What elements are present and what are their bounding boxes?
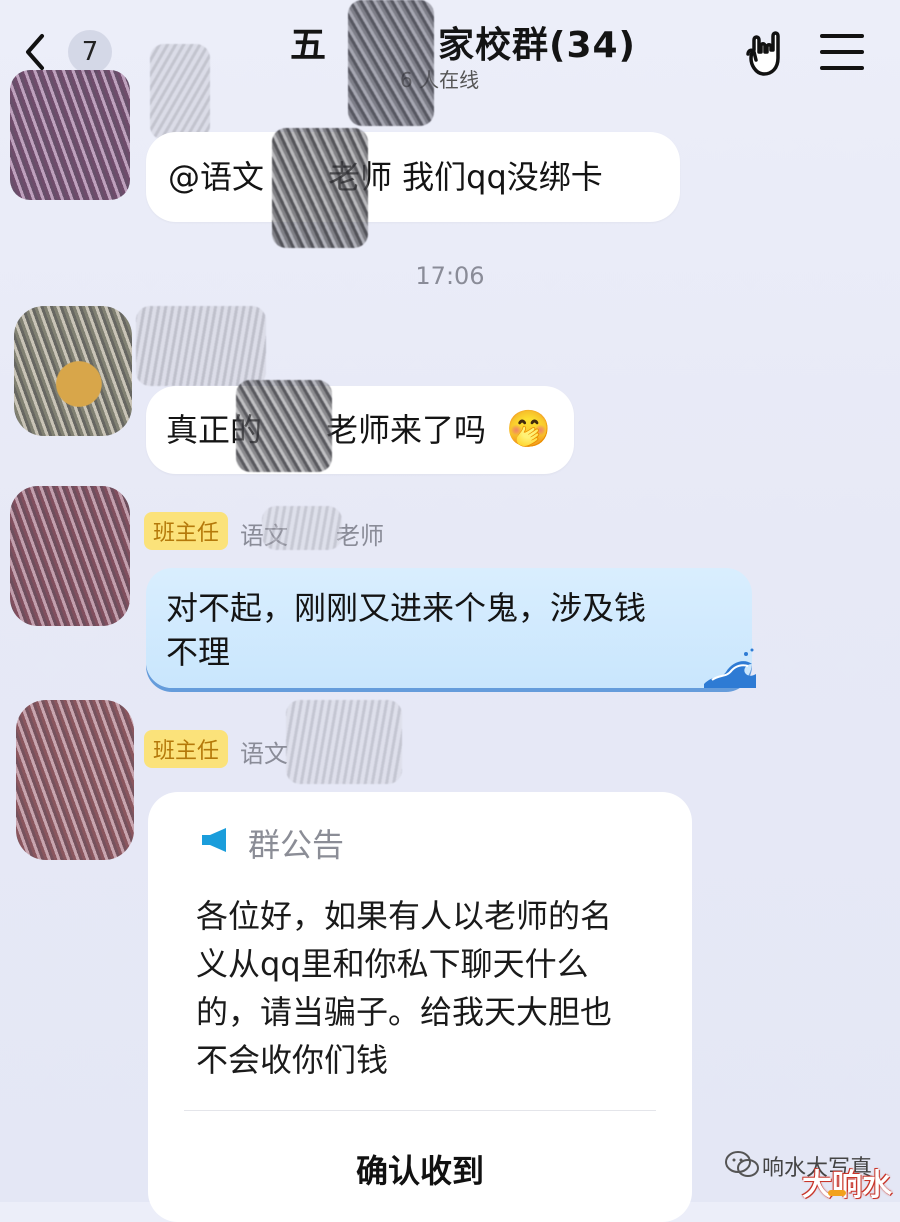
rock-hand-icon[interactable]	[740, 28, 792, 80]
message-timestamp: 17:06	[415, 262, 485, 290]
message-text: @语文 老师 我们qq没绑卡	[168, 158, 603, 196]
wechat-logo-icon	[725, 1151, 759, 1177]
chevron-left-icon	[26, 34, 44, 70]
notice-line: 义从qq里和你私下聊天什么	[196, 945, 589, 983]
hand-over-mouth-emoji: 🤭	[506, 409, 551, 450]
avatar[interactable]	[16, 700, 134, 860]
redaction-scribble	[150, 44, 210, 140]
role-badge: 班主任	[144, 512, 228, 550]
notice-title: 群公告	[248, 826, 345, 864]
watermark-logo-accent	[828, 1190, 846, 1196]
hamburger-menu-icon[interactable]	[818, 30, 866, 74]
redaction-scribble	[272, 128, 368, 248]
redaction-scribble	[286, 700, 402, 784]
chat-header: 7 五 家校群(34) 6 人在线	[0, 0, 900, 100]
confirm-receipt-button[interactable]: 确认收到	[148, 1144, 692, 1194]
notice-line: 不会收你们钱	[196, 1041, 389, 1079]
redaction-scribble	[236, 380, 332, 472]
unread-count-badge: 7	[68, 30, 112, 74]
group-notice-card[interactable]: 群公告 各位好，如果有人以老师的名 义从qq里和你私下聊天什么 的，请当骗子。给…	[148, 792, 692, 1222]
avatar[interactable]	[14, 306, 132, 436]
watermark-logo: 大响水	[798, 1160, 894, 1203]
message-text: 对不起，刚刚又进来个鬼，涉及钱	[166, 589, 647, 627]
divider	[184, 1110, 656, 1111]
role-badge: 班主任	[144, 730, 228, 768]
notice-line: 的，请当骗子。给我天大胆也	[196, 993, 613, 1031]
watermark-logo-text: 大响水	[802, 1168, 892, 1203]
wave-decoration-icon	[704, 648, 756, 688]
redaction-scribble	[348, 0, 434, 126]
redaction-scribble	[262, 506, 342, 550]
sender-name: 语文	[240, 740, 288, 768]
notice-line: 各位好，如果有人以老师的名	[196, 897, 613, 935]
avatar[interactable]	[10, 70, 130, 200]
megaphone-icon	[202, 828, 226, 852]
avatar[interactable]	[10, 486, 130, 626]
notice-body: 各位好，如果有人以老师的名 义从qq里和你私下聊天什么 的，请当骗子。给我天大胆…	[196, 892, 676, 1084]
message-text: 不理	[166, 633, 231, 671]
group-title: 五 家校群(34)	[290, 25, 637, 66]
redaction-scribble	[136, 306, 266, 386]
